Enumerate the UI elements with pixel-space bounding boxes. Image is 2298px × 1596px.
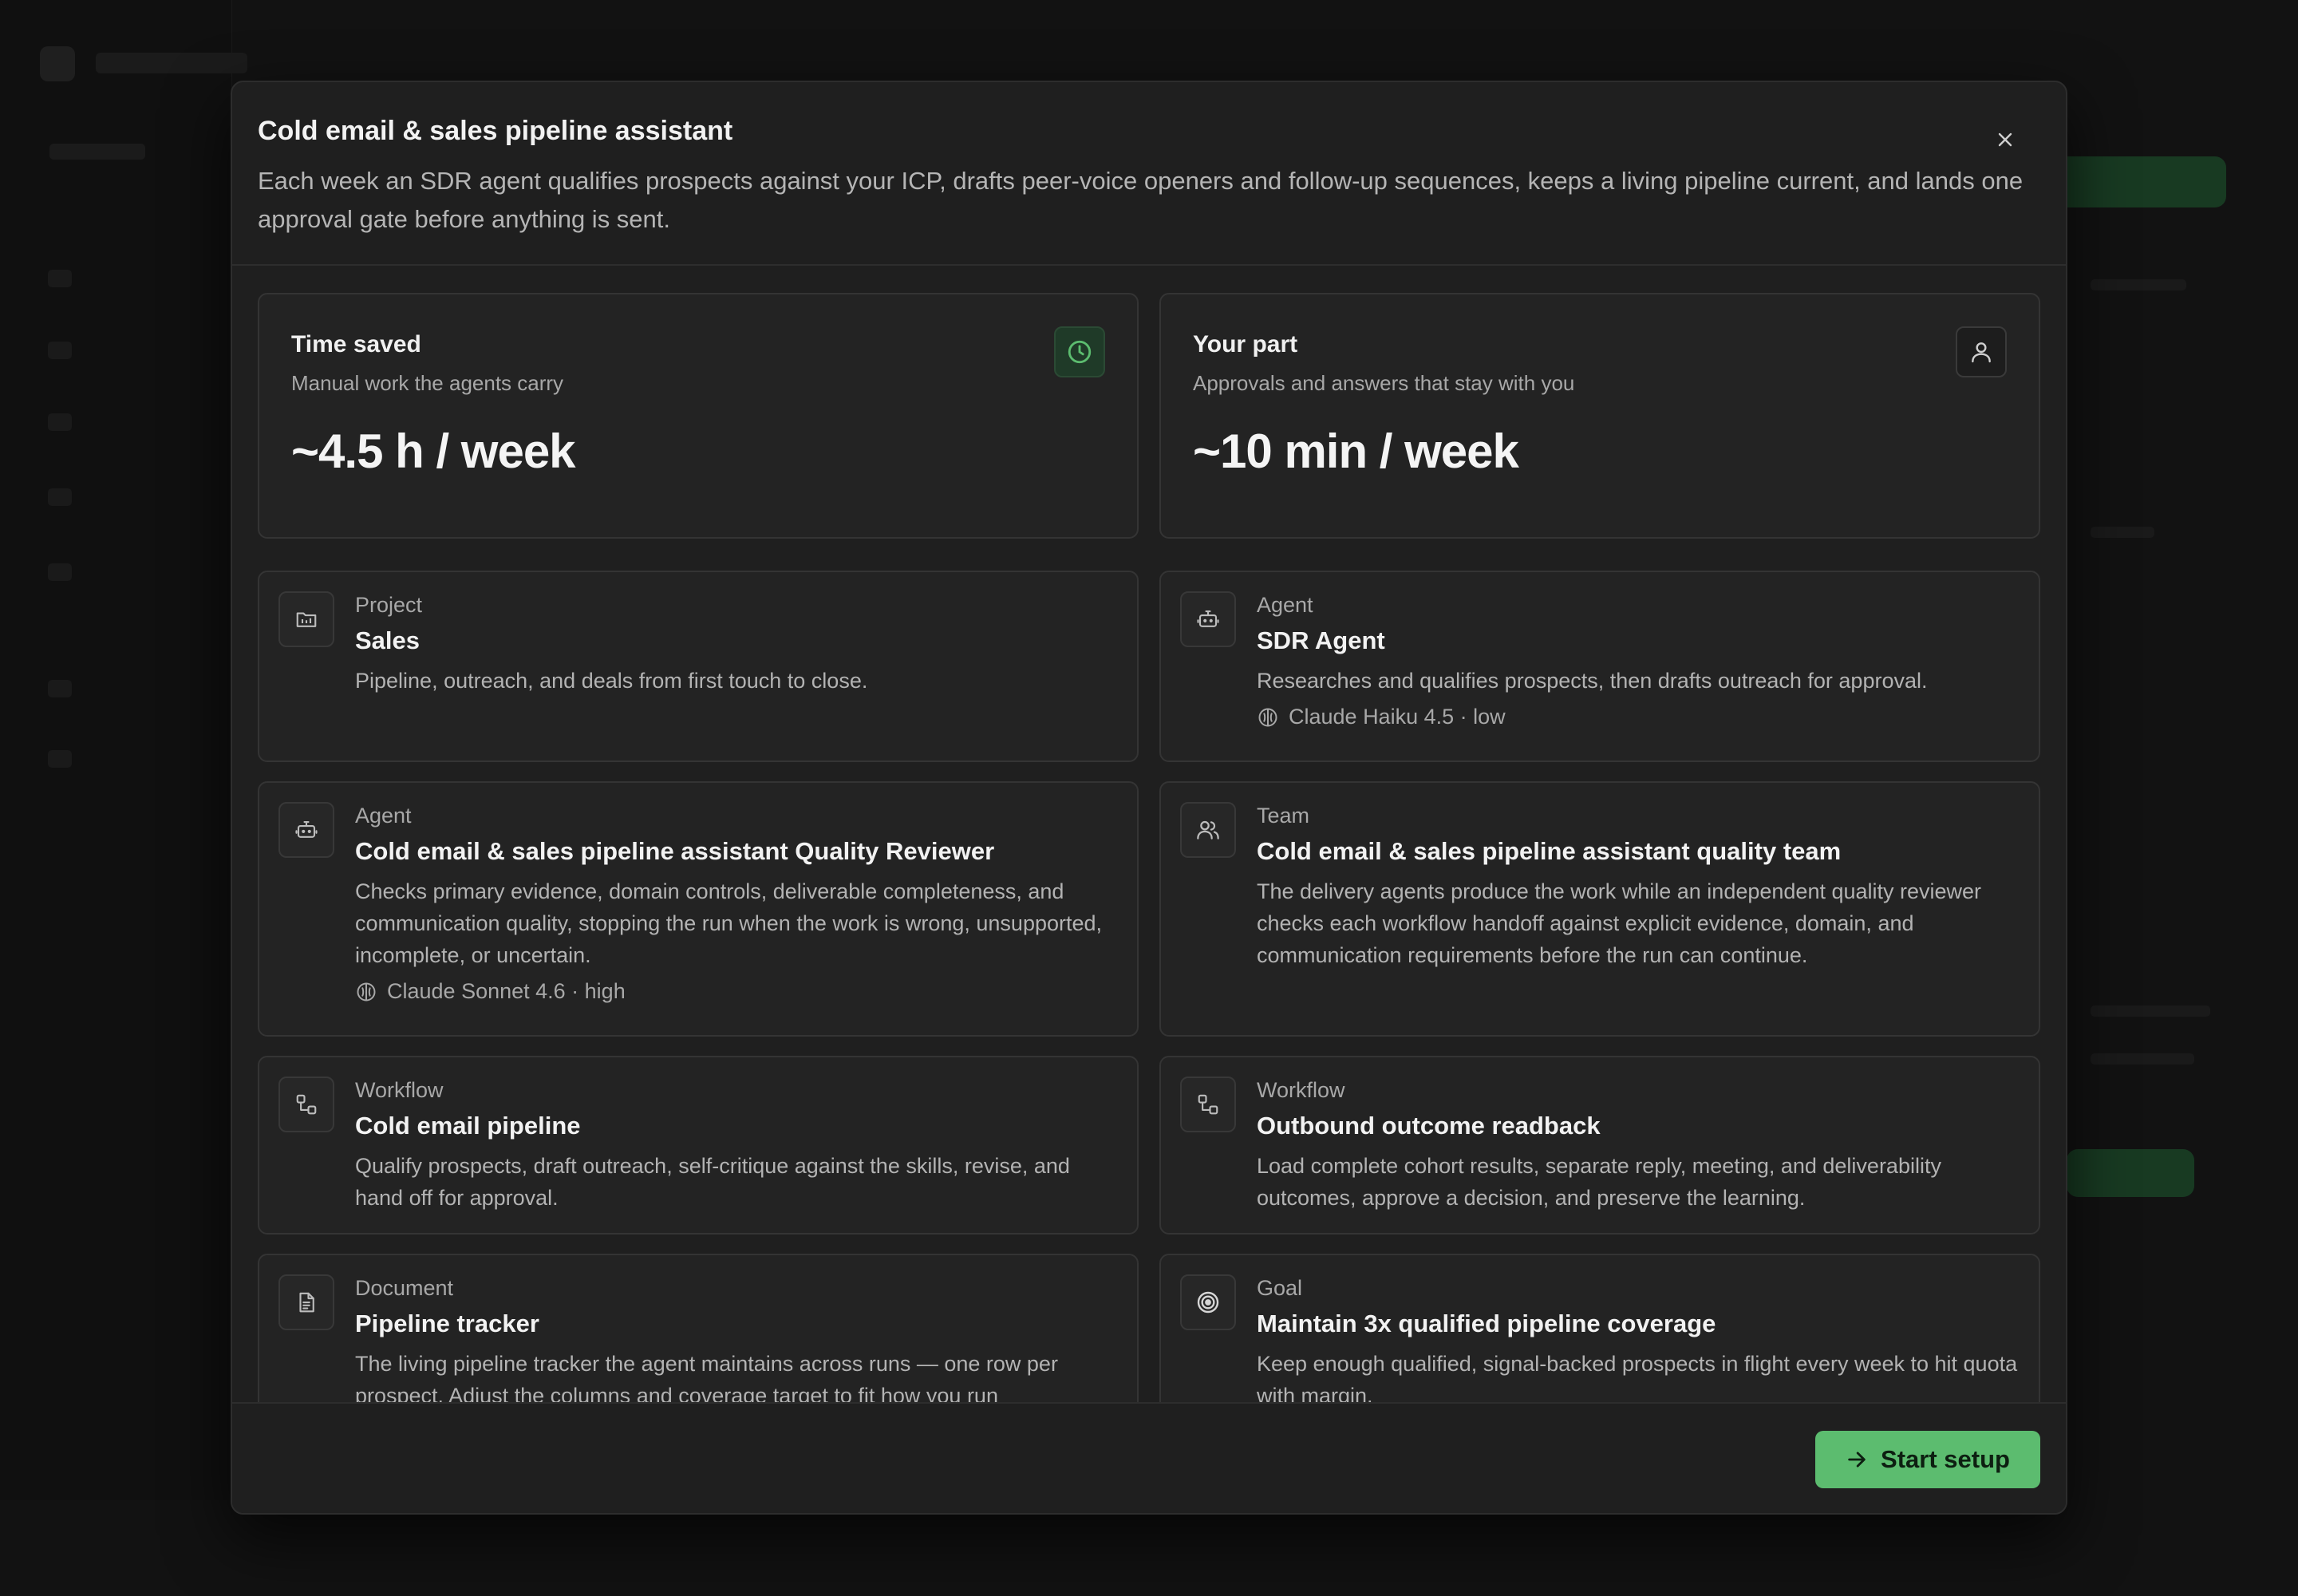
quality-reviewer-agent-card[interactable]: Agent Cold email & sales pipeline assist…	[258, 781, 1139, 1037]
time-saved-icon-box	[1054, 326, 1105, 377]
model-label: Claude Haiku 4.5 · low	[1257, 705, 1506, 729]
background-secondary-button	[2067, 1149, 2194, 1197]
clock-icon	[1068, 340, 1092, 364]
background-footer	[0, 1500, 2298, 1596]
brain-icon	[1258, 708, 1277, 726]
bot-icon	[1197, 610, 1219, 627]
template-details-modal: Cold email & sales pipeline assistant Ea…	[231, 81, 2067, 1515]
team-card[interactable]: Team Cold email & sales pipeline assista…	[1159, 781, 2040, 1037]
user-icon	[1972, 342, 1991, 363]
item-type: Workflow	[1257, 1078, 1345, 1102]
your-part-icon-box	[1956, 326, 2007, 377]
background-sidebar	[0, 0, 247, 1596]
item-description: Checks primary evidence, domain controls…	[355, 879, 1103, 967]
background-nav-icon	[48, 413, 72, 431]
background-line	[2091, 1005, 2210, 1017]
item-type: Team	[1257, 804, 1310, 828]
your-part-subtitle: Approvals and answers that stay with you	[1193, 371, 1575, 395]
close-button[interactable]	[1989, 124, 2021, 156]
goal-icon-box	[1180, 1274, 1236, 1330]
agent-icon-box	[1180, 591, 1236, 647]
target-icon	[1197, 1291, 1219, 1314]
item-description: Load complete cohort results, separate r…	[1257, 1154, 1941, 1210]
workflow-icon-box	[278, 1077, 334, 1132]
model-label: Claude Sonnet 4.6 · high	[355, 979, 626, 1004]
background-nav-icon	[48, 270, 72, 287]
item-description: Researches and qualifies prospects, then…	[1257, 669, 1928, 693]
item-type: Workflow	[355, 1078, 444, 1102]
modal-description: Each week an SDR agent qualifies prospec…	[258, 167, 2024, 233]
item-title: Outbound outcome readback	[1257, 1112, 1601, 1140]
workflow-icon	[1198, 1094, 1218, 1115]
agent-icon-box	[278, 802, 334, 858]
time-saved-title: Time saved	[291, 331, 421, 358]
agent-card[interactable]: Agent SDR Agent Researches and qualifies…	[1159, 571, 2040, 762]
time-saved-subtitle: Manual work the agents carry	[291, 371, 564, 395]
modal-header: Cold email & sales pipeline assistant Ea…	[232, 82, 2066, 266]
item-type: Agent	[1257, 593, 1313, 617]
background-nav-icon	[48, 563, 72, 581]
your-part-value: ~10 min / week	[1193, 425, 1519, 478]
time-saved-value: ~4.5 h / week	[291, 425, 576, 478]
item-title: Pipeline tracker	[355, 1310, 539, 1337]
model-name: Claude Haiku 4.5 · low	[1289, 705, 1506, 729]
start-setup-button[interactable]: Start setup	[1815, 1431, 2040, 1488]
background-brand	[96, 53, 247, 73]
modal-body[interactable]: Time saved Manual work the agents carry …	[232, 266, 2066, 1485]
document-icon	[299, 1292, 314, 1313]
item-description: Pipeline, outreach, and deals from first…	[355, 669, 868, 693]
item-title: Cold email & sales pipeline assistant Qu…	[355, 837, 995, 865]
team-icon-box	[1180, 802, 1236, 858]
modal-footer: Start setup	[232, 1402, 2066, 1513]
project-icon-box	[278, 591, 334, 647]
your-part-card: Your part Approvals and answers that sta…	[1159, 293, 2040, 539]
item-title: Cold email pipeline	[355, 1112, 581, 1140]
brain-icon	[357, 982, 376, 1001]
item-type: Project	[355, 593, 423, 617]
item-title: Sales	[355, 626, 421, 654]
time-saved-card: Time saved Manual work the agents carry …	[258, 293, 1139, 539]
background-line	[2091, 1053, 2194, 1065]
arrow-right-icon	[1848, 1452, 1866, 1468]
background-nav-icon	[48, 342, 72, 359]
item-title: SDR Agent	[1257, 626, 1385, 654]
background-nav-icon	[48, 488, 72, 506]
background-nav-item	[49, 144, 145, 160]
background-nav-icon	[48, 680, 72, 697]
workflow-icon	[296, 1094, 317, 1115]
workflow-card[interactable]: Workflow Cold email pipeline Qualify pro…	[258, 1056, 1139, 1235]
item-type: Goal	[1257, 1276, 1303, 1300]
background-line	[2091, 279, 2186, 290]
folder-icon	[296, 612, 317, 627]
background-line	[2091, 527, 2154, 538]
document-icon-box	[278, 1274, 334, 1330]
bot-icon	[295, 820, 318, 838]
workflow-card[interactable]: Workflow Outbound outcome readback Load …	[1159, 1056, 2040, 1235]
project-card[interactable]: Project Sales Pipeline, outreach, and de…	[258, 571, 1139, 762]
background-logo	[40, 46, 75, 81]
item-title: Cold email & sales pipeline assistant qu…	[1257, 837, 1842, 865]
your-part-title: Your part	[1193, 331, 1298, 358]
item-description: The delivery agents produce the work whi…	[1257, 879, 1982, 967]
modal-title: Cold email & sales pipeline assistant	[258, 116, 733, 146]
item-type: Agent	[355, 804, 412, 828]
item-type: Document	[355, 1276, 454, 1300]
background-nav-icon	[48, 750, 72, 768]
close-icon	[1998, 132, 2012, 147]
workflow-icon-box	[1180, 1077, 1236, 1132]
start-setup-label: Start setup	[1881, 1445, 2010, 1473]
users-icon	[1197, 820, 1219, 839]
item-description: Qualify prospects, draft outreach, self-…	[355, 1154, 1070, 1210]
model-name: Claude Sonnet 4.6 · high	[387, 979, 626, 1003]
background-primary-button	[2043, 156, 2226, 207]
item-title: Maintain 3x qualified pipeline coverage	[1257, 1310, 1716, 1337]
